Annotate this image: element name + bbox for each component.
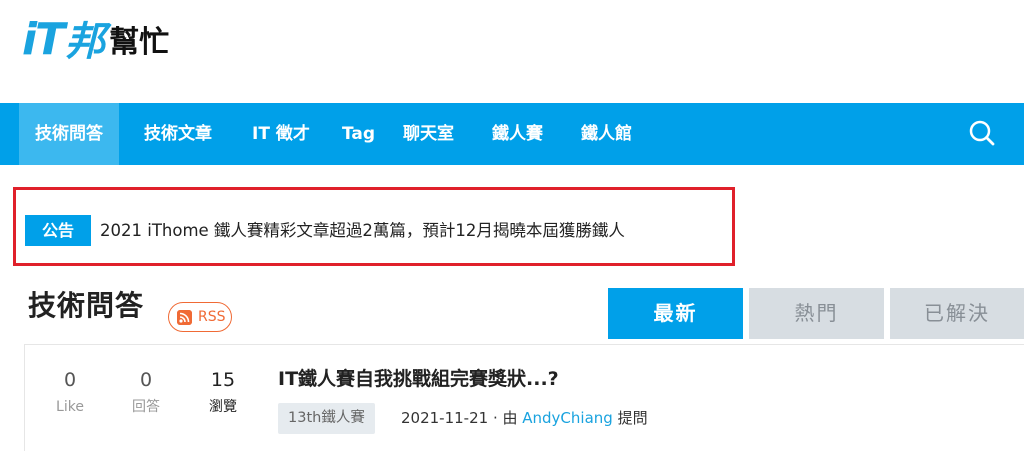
- nav-item-ironman-contest[interactable]: 鐵人賽: [476, 103, 559, 165]
- question-action: 提問: [612, 409, 648, 427]
- logo-it-text: iT: [22, 14, 65, 65]
- nav-item-chatroom[interactable]: 聊天室: [387, 103, 470, 165]
- logo-bang-text: 邦: [65, 19, 106, 65]
- nav-item-tech-articles[interactable]: 技術文章: [128, 103, 228, 165]
- nav-item-it-jobs[interactable]: IT 徵才: [236, 103, 326, 165]
- question-tag[interactable]: 13th鐵人賽: [278, 403, 375, 434]
- nav-item-tech-qa[interactable]: 技術問答: [19, 103, 119, 165]
- view-count-label: 瀏覽: [209, 399, 237, 415]
- tab-latest[interactable]: 最新: [608, 288, 743, 339]
- answer-count-label: 回答: [132, 399, 160, 415]
- announcement-link[interactable]: 2021 iThome 鐵人賽精彩文章超過2萬篇，預計12月揭曉本屆獲勝鐵人: [100, 215, 625, 246]
- answer-count-value: 0: [139, 369, 153, 391]
- rss-button[interactable]: RSS: [168, 302, 232, 332]
- answer-count: 0 回答: [116, 368, 176, 418]
- view-count-value: 15: [210, 369, 236, 391]
- section-title: 技術問答: [28, 289, 145, 322]
- tab-solved[interactable]: 已解決: [890, 288, 1024, 339]
- logo-help-text: 幫忙: [109, 25, 170, 60]
- like-count-value: 0: [63, 369, 77, 391]
- rss-label: RSS: [198, 309, 226, 325]
- nav-item-ironman-hall[interactable]: 鐵人館: [565, 103, 648, 165]
- site-header: iT 邦 幫忙: [0, 0, 1024, 103]
- like-count: 0 Like: [40, 368, 100, 418]
- question-author-link[interactable]: AndyChiang: [522, 409, 613, 427]
- nav-item-tag[interactable]: Tag: [326, 103, 391, 165]
- question-title-link[interactable]: IT鐵人賽自我挑戰組完賽獎狀...?: [278, 364, 559, 391]
- site-logo[interactable]: iT 邦 幫忙: [22, 8, 170, 65]
- main-nav: 技術問答 技術文章 IT 徵才 Tag 聊天室 鐵人賽 鐵人館: [0, 103, 1024, 165]
- rss-icon: [177, 310, 192, 325]
- view-count: 15 瀏覽: [193, 368, 253, 418]
- search-icon[interactable]: [966, 117, 998, 149]
- question-meta: 2021-11-21 · 由 AndyChiang 提問: [401, 407, 648, 429]
- announcement-box: 公告 2021 iThome 鐵人賽精彩文章超過2萬篇，預計12月揭曉本屆獲勝鐵…: [13, 187, 735, 266]
- tab-popular[interactable]: 熱門: [749, 288, 884, 339]
- like-count-label: Like: [56, 399, 84, 415]
- question-date: 2021-11-21 · 由: [401, 409, 523, 427]
- announcement-badge: 公告: [25, 215, 91, 246]
